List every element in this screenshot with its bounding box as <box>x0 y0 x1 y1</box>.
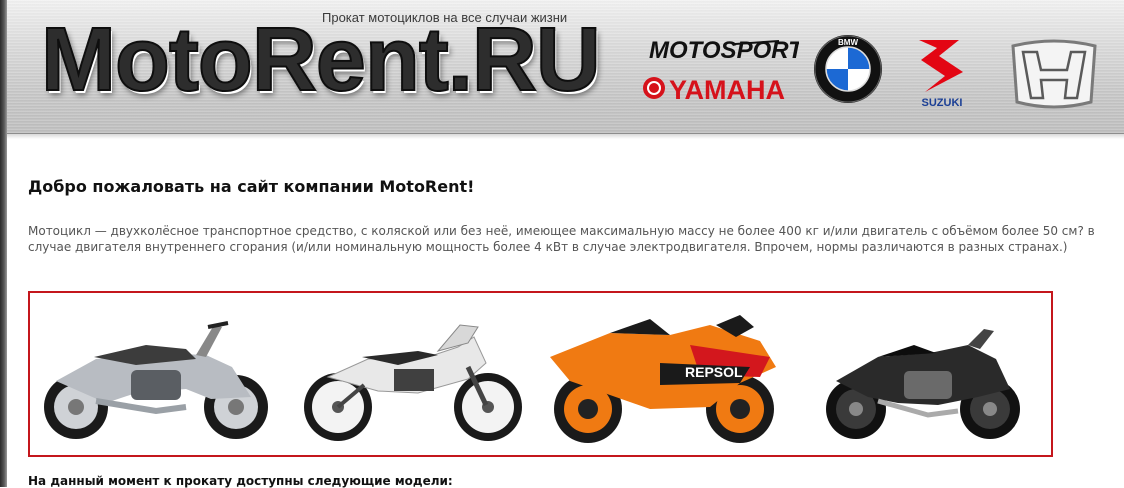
site-logo[interactable]: MotoRent.RU <box>40 14 602 106</box>
page-title: Добро пожаловать на сайт компании MotoRe… <box>28 177 475 196</box>
intro-paragraph: Мотоцикл — двухколёсное транспортное сре… <box>28 224 1095 254</box>
bike-image-white-adventure[interactable] <box>298 307 530 447</box>
header-shadow <box>7 133 1124 139</box>
svg-text:REPSOL: REPSOL <box>685 364 743 380</box>
bike-gallery: REPSOL <box>28 291 1053 457</box>
motosport-yamaha-logo[interactable]: MOTOSPORT YAMAHA <box>639 32 805 108</box>
bmw-text: BMW <box>838 38 858 47</box>
suzuki-logo[interactable]: SUZUKI <box>907 34 977 110</box>
bike-image-black-muscle[interactable] <box>818 323 1028 441</box>
models-heading: На данный момент к прокату доступны след… <box>28 474 453 488</box>
bmw-logo[interactable]: BMW <box>813 34 883 104</box>
yamaha-text: YAMAHA <box>669 75 785 105</box>
bike-image-repsol-sportbike[interactable]: REPSOL <box>540 305 790 447</box>
suzuki-text: SUZUKI <box>922 97 963 109</box>
yamaha-emblem-icon <box>643 77 665 99</box>
bike-image-silver-cruiser[interactable] <box>36 315 284 443</box>
site-header: Прокат мотоциклов на все случаи жизни Mo… <box>7 0 1124 134</box>
left-edge-strip <box>0 0 7 487</box>
honda-logo[interactable] <box>1007 38 1101 110</box>
